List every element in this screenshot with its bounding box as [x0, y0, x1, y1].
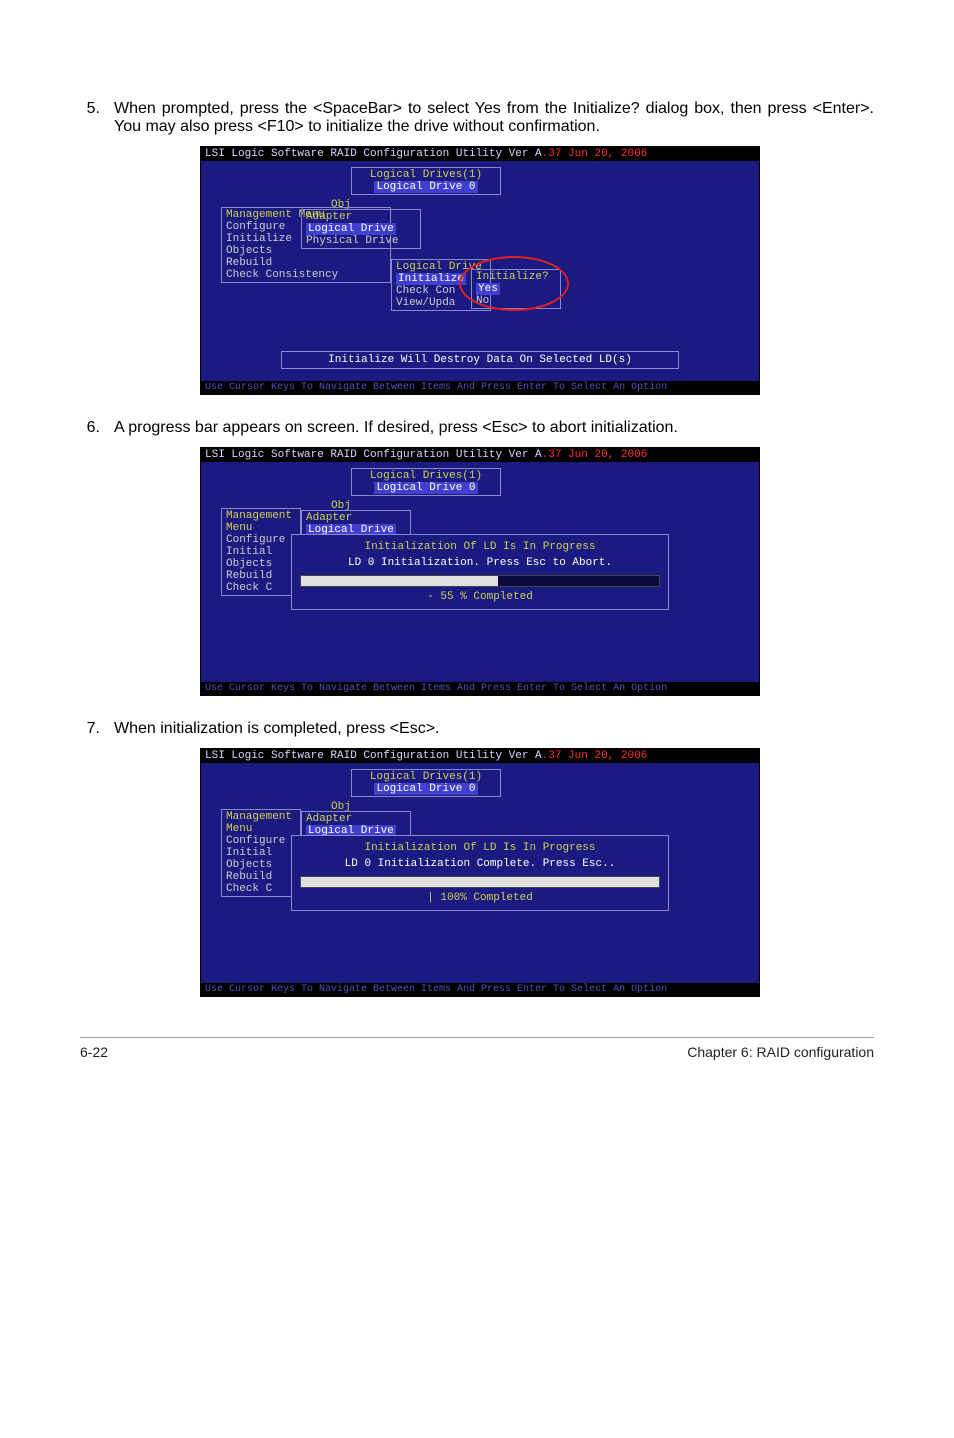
step-number: 5. — [80, 100, 114, 136]
progress-fill — [301, 877, 659, 887]
adapter-box: Adapter Logical Drive Physical Drive — [301, 209, 421, 249]
step-text: When initialization is completed, press … — [114, 720, 874, 738]
progress-header: Initialization Of LD Is In Progress — [300, 541, 660, 553]
bios-body: Logical Drives(1) Logical Drive 0 Obj Ma… — [201, 763, 759, 983]
step-number: 7. — [80, 720, 114, 738]
bios-body: Logical Drives(1) Logical Drive 0 Obj Ma… — [201, 462, 759, 682]
chapter-title: Chapter 6: RAID configuration — [687, 1044, 874, 1060]
bios-screenshot-progress: LSI Logic Software RAID Configuration Ut… — [200, 447, 760, 696]
bios-screenshot-complete: LSI Logic Software RAID Configuration Ut… — [200, 748, 760, 997]
step-number: 6. — [80, 419, 114, 437]
bios-footer-hint: Use Cursor Keys To Navigate Between Item… — [201, 682, 759, 695]
progress-bar — [300, 575, 660, 587]
progress-fill — [301, 576, 498, 586]
progress-box: Initialization Of LD Is In Progress LD 0… — [291, 534, 669, 610]
bios-footer-hint: Use Cursor Keys To Navigate Between Item… — [201, 381, 759, 394]
progress-box: Initialization Of LD Is In Progress LD 0… — [291, 835, 669, 911]
step-text: A progress bar appears on screen. If des… — [114, 419, 874, 437]
logical-drives-box: Logical Drives(1) Logical Drive 0 — [351, 468, 501, 496]
step-5: 5. When prompted, press the <SpaceBar> t… — [80, 100, 874, 136]
management-menu-box: Management Menu Configure Initial Object… — [221, 809, 301, 897]
bios-footer-hint: Use Cursor Keys To Navigate Between Item… — [201, 983, 759, 996]
bios-title: LSI Logic Software RAID Configuration Ut… — [201, 147, 759, 161]
progress-header: Initialization Of LD Is In Progress — [300, 842, 660, 854]
warning-message: Initialize Will Destroy Data On Selected… — [281, 351, 679, 369]
progress-bar — [300, 876, 660, 888]
progress-percent: - 55 % Completed — [300, 591, 660, 603]
step-7: 7. When initialization is completed, pre… — [80, 720, 874, 738]
bios-title: LSI Logic Software RAID Configuration Ut… — [201, 448, 759, 462]
page-footer: 6-22 Chapter 6: RAID configuration — [80, 1037, 874, 1060]
annotation-circle — [459, 256, 569, 311]
bios-screenshot-initialize-prompt: LSI Logic Software RAID Configuration Ut… — [200, 146, 760, 395]
bios-body: Logical Drives(1) Logical Drive 0 Obj Ma… — [201, 161, 759, 381]
step-text: When prompted, press the <SpaceBar> to s… — [114, 100, 874, 136]
logical-drives-box: Logical Drives(1) Logical Drive 0 — [351, 769, 501, 797]
page-number: 6-22 — [80, 1044, 108, 1060]
step-6: 6. A progress bar appears on screen. If … — [80, 419, 874, 437]
progress-percent: | 100% Completed — [300, 892, 660, 904]
progress-message: LD 0 Initialization. Press Esc to Abort. — [300, 557, 660, 569]
logical-drives-box: Logical Drives(1) Logical Drive 0 — [351, 167, 501, 195]
bios-title: LSI Logic Software RAID Configuration Ut… — [201, 749, 759, 763]
management-menu-box: Management Menu Configure Initial Object… — [221, 508, 301, 596]
progress-message: LD 0 Initialization Complete. Press Esc.… — [300, 858, 660, 870]
